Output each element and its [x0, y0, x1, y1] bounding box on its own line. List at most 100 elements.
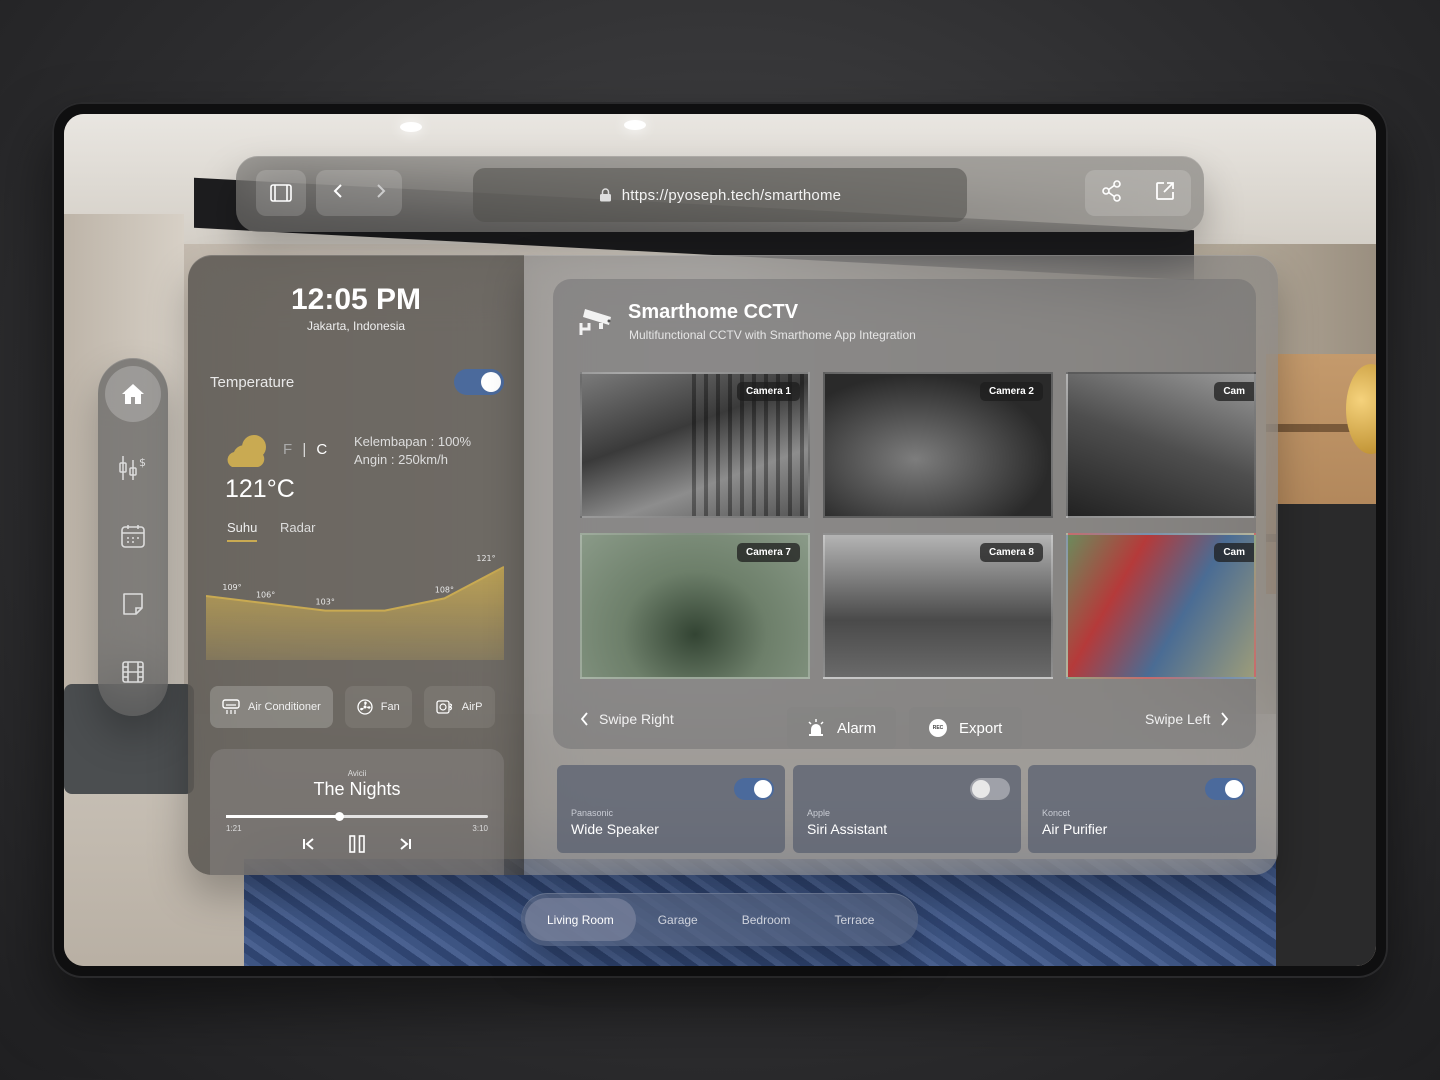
- device-toggle[interactable]: [734, 778, 774, 800]
- dock-finance[interactable]: $: [105, 440, 161, 496]
- sidebar-toggle-button[interactable]: [256, 170, 306, 216]
- external-link-icon: [1156, 181, 1174, 200]
- back-button[interactable]: [332, 183, 344, 204]
- navigation-buttons: [316, 170, 402, 216]
- chart-data-label: 103°: [316, 598, 335, 607]
- side-dock: $: [98, 358, 168, 716]
- unit-celsius[interactable]: C: [316, 441, 327, 458]
- previous-button[interactable]: [302, 837, 316, 856]
- temperature-chart: 109° 106° 103° 108° 121°: [206, 554, 504, 660]
- forward-button[interactable]: [375, 183, 387, 204]
- camera-feed-8[interactable]: Camera 8: [823, 533, 1053, 679]
- room-tabs: Living Room Garage Bedroom Terrace: [521, 893, 918, 946]
- device-card-wide-speaker[interactable]: Panasonic Wide Speaker: [557, 765, 785, 853]
- progress-handle[interactable]: [334, 812, 344, 821]
- temperature-toggle[interactable]: [454, 369, 504, 395]
- pause-button[interactable]: [348, 835, 366, 858]
- calendar-icon: [121, 525, 145, 548]
- chip-fan[interactable]: Fan: [344, 686, 412, 728]
- chip-label: Fan: [380, 701, 400, 713]
- address-bar[interactable]: https://pyoseph.tech/smarthome: [473, 168, 967, 222]
- camera-feed-1[interactable]: Camera 1: [580, 372, 810, 518]
- cctv-subtitle: Multifunctional CCTV with Smarthome App …: [629, 328, 916, 342]
- appliance-chips: Air Conditioner Fan AirP: [210, 686, 495, 728]
- air-purifier-icon: [436, 700, 452, 714]
- rec-label: REC: [932, 725, 944, 731]
- dock-media[interactable]: [105, 644, 161, 700]
- air-conditioner-icon: [222, 699, 240, 714]
- cctv-camera-icon: [579, 309, 611, 335]
- camera-feed-3[interactable]: Cam: [1066, 372, 1256, 518]
- alarm-label: Alarm: [837, 719, 877, 737]
- dock-home[interactable]: [105, 366, 161, 422]
- export-button[interactable]: REC Export: [909, 707, 1023, 749]
- chip-label: AirP: [461, 701, 483, 713]
- wind-text: Angin : 250km/h: [354, 452, 448, 467]
- device-card-siri-assistant[interactable]: Apple Siri Assistant: [793, 765, 1021, 853]
- url-text: https://pyoseph.tech/smarthome: [621, 186, 842, 204]
- music-player: Avicii The Nights 1:21 3:10: [210, 749, 504, 875]
- device-brand: Koncet: [1042, 808, 1071, 818]
- lock-icon: [599, 188, 611, 202]
- dock-calendar[interactable]: [105, 508, 161, 564]
- chart-data-label: 121°: [476, 554, 495, 563]
- artist-name: Avicii: [347, 769, 367, 778]
- tab-suhu[interactable]: Suhu: [227, 520, 258, 542]
- tab-living-room[interactable]: Living Room: [525, 898, 636, 941]
- chevron-right-icon: [376, 183, 385, 198]
- cctv-title: Smarthome CCTV: [628, 301, 799, 323]
- alarm-button[interactable]: Alarm: [787, 707, 897, 749]
- fan-icon: [357, 699, 373, 715]
- chevron-right-icon: [1221, 712, 1229, 726]
- camera-label: Camera 2: [979, 382, 1043, 401]
- camera-label: Cam: [1214, 382, 1254, 401]
- camera-label: Cam: [1214, 543, 1254, 562]
- sidebar-icon: [270, 184, 292, 202]
- unit-switch: F | C: [283, 441, 327, 458]
- dock-notes[interactable]: [105, 576, 161, 632]
- unit-fahrenheit[interactable]: F: [283, 441, 292, 458]
- export-label: Export: [959, 719, 1003, 737]
- device-name: Air Purifier: [1042, 821, 1108, 837]
- chevron-left-icon: [333, 183, 342, 198]
- home-icon: [122, 384, 144, 404]
- current-temperature: 121°C: [225, 475, 295, 503]
- browser-toolbar: https://pyoseph.tech/smarthome: [236, 156, 1204, 232]
- toolbar-actions: [1085, 170, 1191, 216]
- tab-radar[interactable]: Radar: [280, 520, 315, 535]
- camera-feed-2[interactable]: Camera 2: [823, 372, 1053, 518]
- camera-label: Camera 7: [736, 543, 800, 562]
- camera-label: Camera 1: [736, 382, 800, 401]
- camera-feed-7[interactable]: Camera 7: [580, 533, 810, 679]
- swipe-left-button[interactable]: Swipe Left: [1145, 711, 1229, 727]
- player-controls: [210, 835, 504, 858]
- chip-air-purifier[interactable]: AirP: [423, 686, 495, 728]
- tab-garage[interactable]: Garage: [636, 898, 720, 941]
- alarm-icon: [808, 719, 824, 736]
- device-brand: Panasonic: [571, 808, 614, 818]
- share-button[interactable]: [1101, 179, 1123, 207]
- open-external-button[interactable]: [1155, 181, 1175, 206]
- chip-air-conditioner[interactable]: Air Conditioner: [210, 686, 333, 728]
- duration-time: 3:10: [472, 824, 488, 833]
- elapsed-time: 1:21: [226, 824, 242, 833]
- device-toggle[interactable]: [1205, 778, 1245, 800]
- chevron-left-icon: [580, 712, 588, 726]
- song-title: The Nights: [313, 779, 401, 799]
- tab-terrace[interactable]: Terrace: [812, 898, 896, 941]
- tab-bedroom[interactable]: Bedroom: [720, 898, 813, 941]
- swipe-right-button[interactable]: Swipe Right: [580, 711, 674, 727]
- weather-details: Kelembapan : 100% Angin : 250km/h: [354, 433, 471, 469]
- temperature-label: Temperature: [210, 374, 295, 391]
- skip-previous-icon: [303, 838, 314, 850]
- next-button[interactable]: [398, 837, 412, 856]
- device-card-air-purifier[interactable]: Koncet Air Purifier: [1028, 765, 1256, 853]
- share-icon: [1102, 179, 1121, 202]
- chart-area: [206, 566, 504, 660]
- device-toggle[interactable]: [970, 778, 1010, 800]
- cloudy-sun-icon: [227, 435, 266, 467]
- progress-bar[interactable]: [226, 812, 488, 821]
- camera-feed-9[interactable]: Cam: [1066, 533, 1256, 679]
- camera-label: Camera 8: [979, 543, 1043, 562]
- unit-separator: |: [302, 441, 307, 458]
